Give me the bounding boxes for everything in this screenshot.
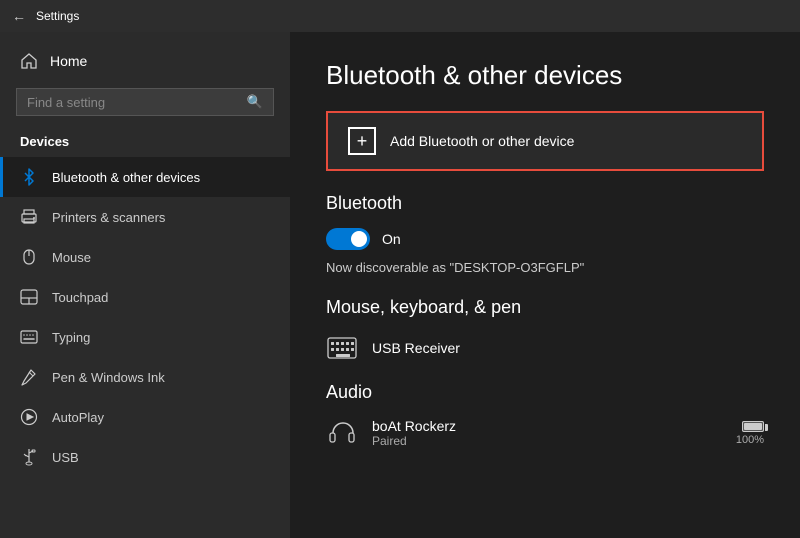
search-box[interactable]: 🔍 <box>16 88 274 116</box>
audio-device-status: Paired <box>372 434 456 448</box>
sidebar-home[interactable]: Home <box>0 42 290 80</box>
audio-device-name: boAt Rockerz <box>372 418 456 434</box>
audio-section-header: Audio <box>326 382 764 403</box>
bluetooth-toggle[interactable] <box>326 228 370 250</box>
touchpad-icon <box>20 288 38 306</box>
sidebar-item-pen-label: Pen & Windows Ink <box>52 370 165 385</box>
typing-icon <box>20 328 38 346</box>
sidebar-item-touchpad[interactable]: Touchpad <box>0 277 290 317</box>
battery-indicator: 100% <box>736 421 764 446</box>
sidebar-item-mouse-label: Mouse <box>52 250 91 265</box>
sidebar-item-autoplay-label: AutoPlay <box>52 410 104 425</box>
sidebar-item-bluetooth[interactable]: Bluetooth & other devices <box>0 157 290 197</box>
battery-percentage: 100% <box>736 434 764 446</box>
home-icon <box>20 52 38 70</box>
bluetooth-toggle-row: On <box>326 228 764 250</box>
sidebar-item-autoplay[interactable]: AutoPlay <box>0 397 290 437</box>
add-icon: + <box>348 127 376 155</box>
bluetooth-icon <box>20 168 38 186</box>
mouse-icon <box>20 248 38 266</box>
back-button[interactable]: ← <box>12 8 26 24</box>
sidebar-item-mouse[interactable]: Mouse <box>0 237 290 277</box>
sidebar-item-pen[interactable]: Pen & Windows Ink <box>0 357 290 397</box>
pen-icon <box>20 368 38 386</box>
page-title: Bluetooth & other devices <box>326 60 764 91</box>
search-input[interactable] <box>27 95 241 110</box>
mouse-section-header: Mouse, keyboard, & pen <box>326 297 764 318</box>
sidebar: Home 🔍 Devices Bluetooth & other devices <box>0 32 290 538</box>
headphones-icon <box>326 417 358 449</box>
sidebar-item-typing[interactable]: Typing <box>0 317 290 357</box>
sidebar-item-touchpad-label: Touchpad <box>52 290 108 305</box>
printer-icon <box>20 208 38 226</box>
sidebar-item-typing-label: Typing <box>52 330 90 345</box>
search-icon: 🔍 <box>247 94 263 110</box>
battery-body <box>742 421 764 432</box>
sidebar-item-printers[interactable]: Printers & scanners <box>0 197 290 237</box>
sidebar-item-printers-label: Printers & scanners <box>52 210 165 225</box>
audio-device-info: boAt Rockerz Paired <box>326 417 456 449</box>
home-label: Home <box>50 53 87 69</box>
sidebar-item-bluetooth-label: Bluetooth & other devices <box>52 170 200 185</box>
usb-receiver-name: USB Receiver <box>372 340 460 356</box>
battery-icon <box>742 421 764 432</box>
audio-device-row: boAt Rockerz Paired 100% <box>326 417 764 449</box>
bluetooth-section-header: Bluetooth <box>326 193 764 214</box>
title-bar-title: Settings <box>36 9 79 23</box>
discoverable-text: Now discoverable as "DESKTOP-O3FGFLP" <box>326 260 764 275</box>
title-bar: ← Settings <box>0 0 800 32</box>
sidebar-item-usb[interactable]: USB <box>0 437 290 477</box>
main-layout: Home 🔍 Devices Bluetooth & other devices <box>0 32 800 538</box>
bluetooth-toggle-label: On <box>382 231 401 247</box>
content-area: Bluetooth & other devices + Add Bluetoot… <box>290 32 800 538</box>
usb-icon <box>20 448 38 466</box>
autoplay-icon <box>20 408 38 426</box>
add-device-label: Add Bluetooth or other device <box>390 133 574 149</box>
sidebar-item-usb-label: USB <box>52 450 79 465</box>
add-device-button[interactable]: + Add Bluetooth or other device <box>326 111 764 171</box>
usb-receiver-row: USB Receiver <box>326 332 764 364</box>
sidebar-section-title: Devices <box>0 128 290 157</box>
battery-fill <box>744 423 762 430</box>
keyboard-icon <box>326 332 358 364</box>
